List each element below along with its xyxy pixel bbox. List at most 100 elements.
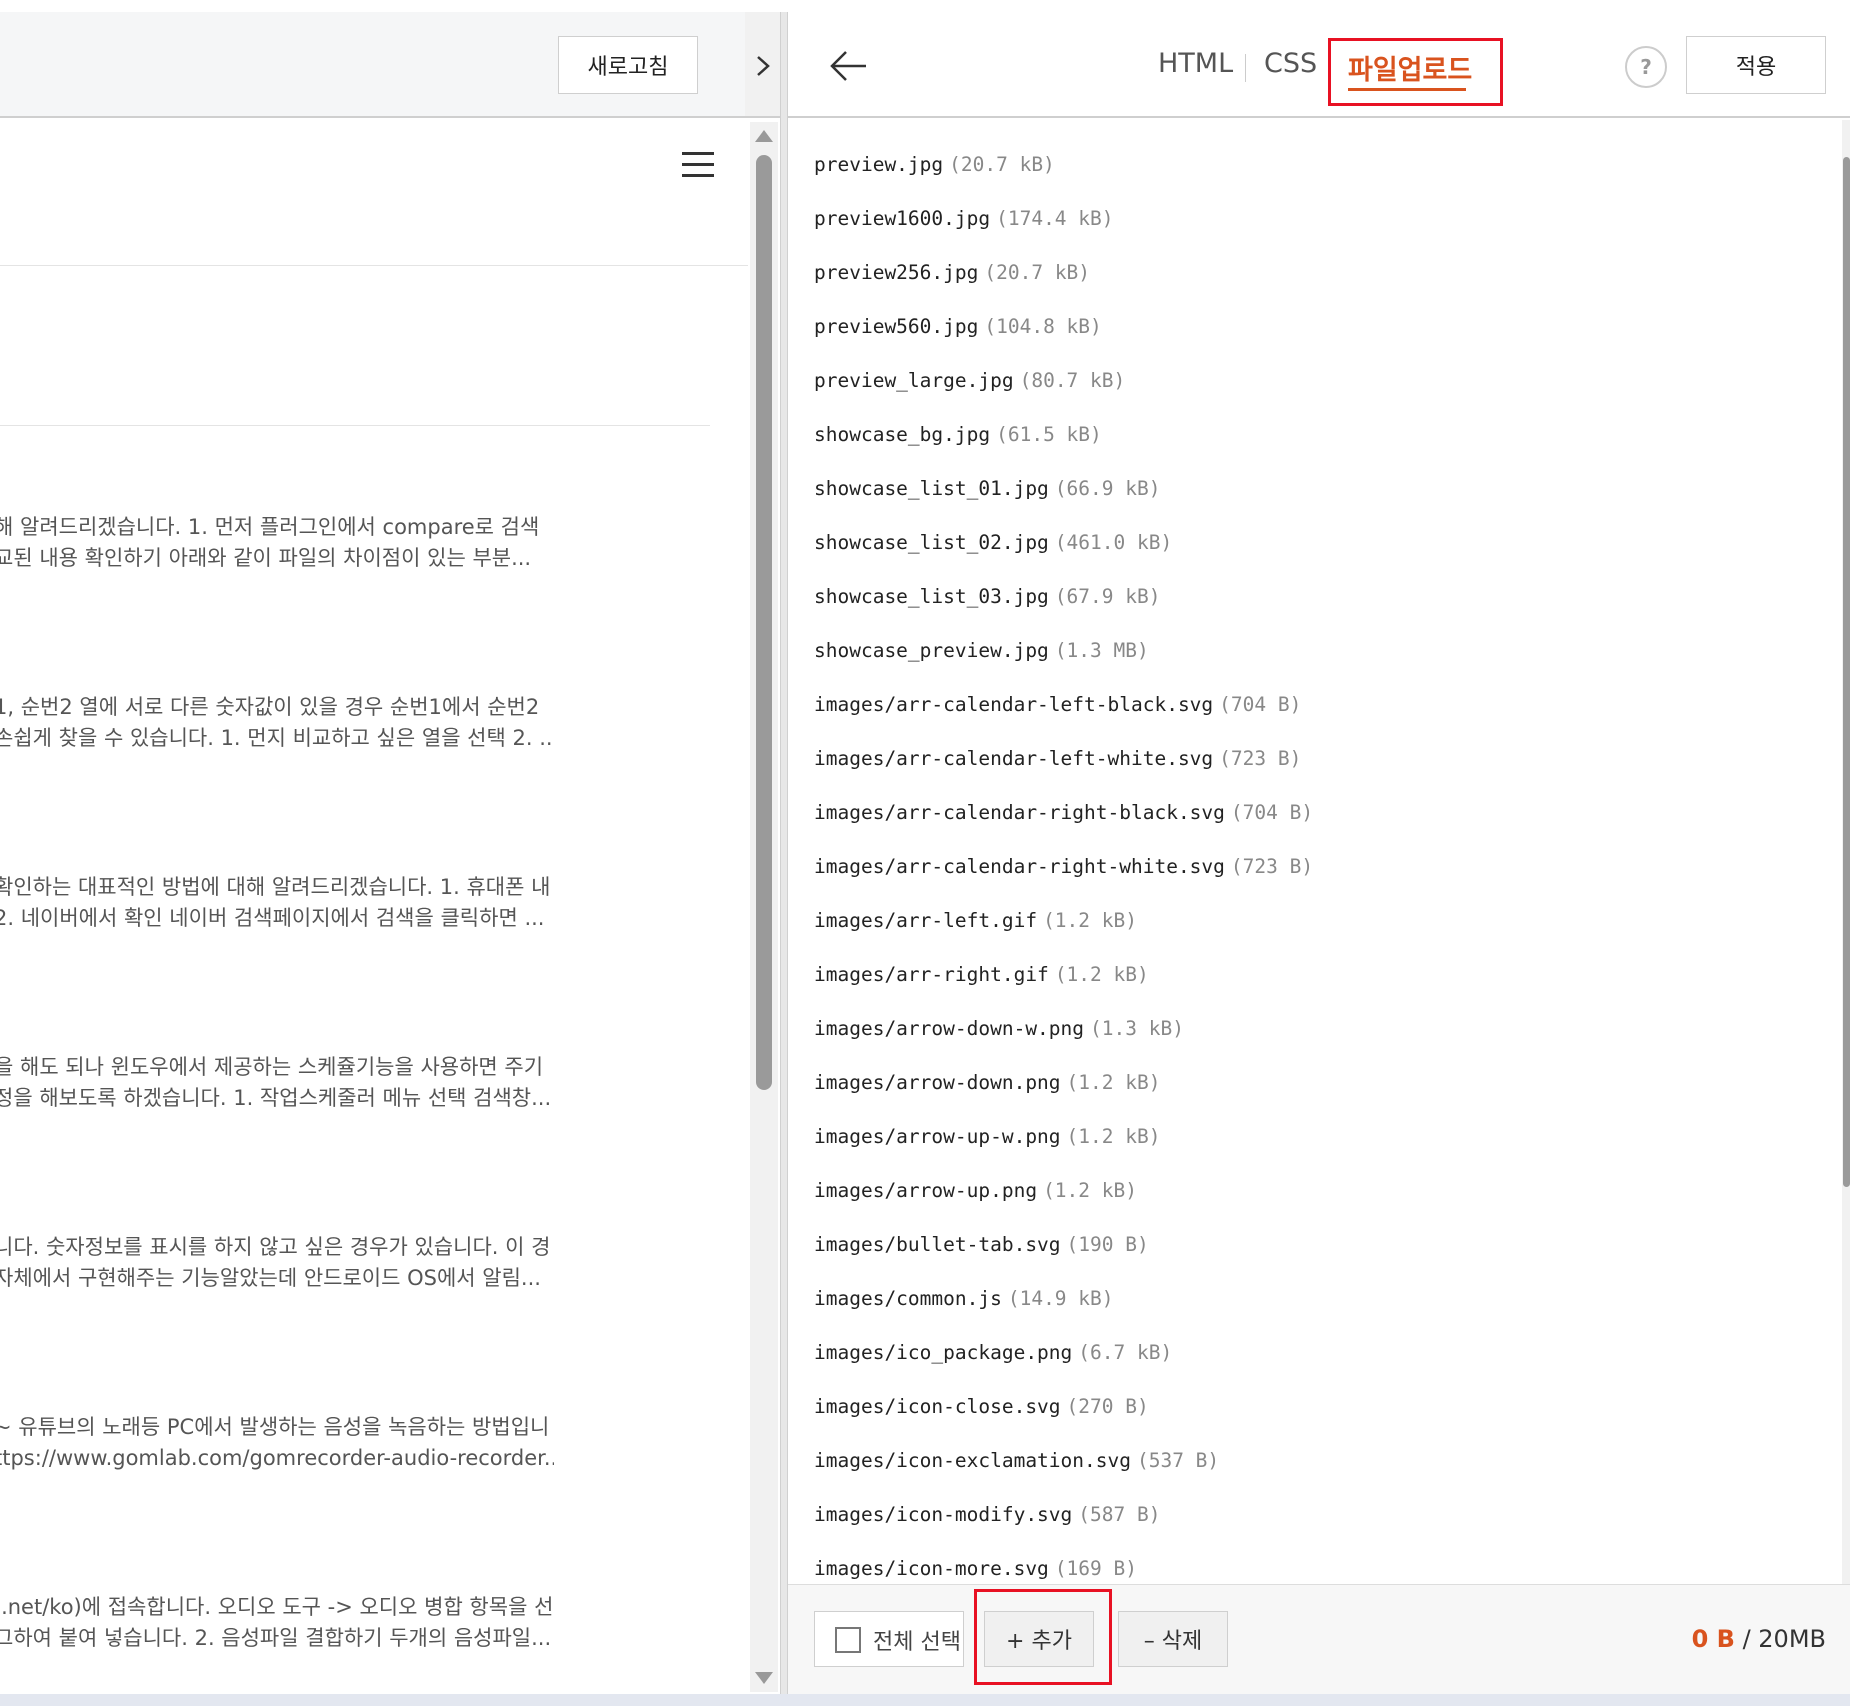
- post-excerpt[interactable]: 을 해도 되나 윈도우에서 제공하는 스케쥴기능을 사용하면 주기정을 해보도록…: [0, 1052, 554, 1114]
- post-excerpt-line: 을 해도 되나 윈도우에서 제공하는 스케쥴기능을 사용하면 주기: [0, 1055, 544, 1079]
- file-row[interactable]: images/arrow-up.png (1.2 kB): [814, 1164, 1814, 1218]
- file-row[interactable]: images/icon-close.svg (270 B): [814, 1380, 1814, 1434]
- file-row[interactable]: images/icon-exclamation.svg (537 B): [814, 1434, 1814, 1488]
- post-excerpt[interactable]: :.net/ko)에 접속합니다. 오디오 도구 -> 오디오 병합 항목을 선…: [0, 1592, 554, 1654]
- delete-file-button[interactable]: – 삭제: [1118, 1611, 1228, 1667]
- preview-toolbar: 새로고침: [0, 12, 745, 118]
- file-name: images/icon-modify.svg: [814, 1503, 1073, 1526]
- file-size: (104.8 kB): [984, 315, 1102, 338]
- post-excerpt[interactable]: ~ 유튜브의 노래등 PC에서 발생하는 음성을 녹음하는 방법입니 ttps:/…: [0, 1412, 554, 1474]
- file-row[interactable]: showcase_preview.jpg (1.3 MB): [814, 624, 1814, 678]
- file-size: (704 B): [1230, 801, 1314, 824]
- file-size: (66.9 kB): [1054, 477, 1161, 500]
- file-row[interactable]: preview560.jpg (104.8 kB): [814, 300, 1814, 354]
- file-size: (67.9 kB): [1054, 585, 1161, 608]
- file-name: images/arr-calendar-left-black.svg: [814, 693, 1214, 716]
- post-excerpt-line: 확인하는 대표적인 방법에 대해 알려드리겠습니다. 1. 휴대폰 내: [0, 875, 551, 899]
- file-row[interactable]: showcase_list_01.jpg (66.9 kB): [814, 462, 1814, 516]
- file-row[interactable]: preview256.jpg (20.7 kB): [814, 246, 1814, 300]
- post-excerpt[interactable]: 1, 순번2 열에 서로 다른 숫자값이 있을 경우 순번1에서 순번2 손쉽게 …: [0, 692, 554, 754]
- post-excerpt-line: 정을 해보도록 하겠습니다. 1. 작업스케줄러 메뉴 선택 검색창...: [0, 1086, 552, 1110]
- help-icon[interactable]: ?: [1625, 46, 1667, 88]
- file-name: images/arrow-up-w.png: [814, 1125, 1061, 1148]
- file-row[interactable]: images/arr-right.gif (1.2 kB): [814, 948, 1814, 1002]
- file-size: (1.3 kB): [1090, 1017, 1184, 1040]
- file-size: (1.3 MB): [1054, 639, 1149, 662]
- storage-usage: 0 B / 20MB: [1692, 1625, 1826, 1653]
- file-size: (723 B): [1219, 747, 1302, 770]
- file-name: images/arr-calendar-right-white.svg: [814, 855, 1225, 878]
- post-excerpt-line: 2. 네이버에서 확인 네이버 검색페이지에서 검색을 클릭하면 ...: [0, 906, 545, 930]
- post-excerpt-line: ttps://www.gomlab.com/gomrecorder-audio-…: [0, 1446, 554, 1470]
- file-name: images/arr-calendar-right-black.svg: [814, 801, 1225, 824]
- file-row[interactable]: showcase_bg.jpg (61.5 kB): [814, 408, 1814, 462]
- highlight-box: [974, 1589, 1112, 1685]
- upload-footer: 전체 선택 + 추가 – 삭제 0 B / 20MB: [788, 1584, 1850, 1694]
- post-excerpt-line: :.net/ko)에 접속합니다. 오디오 도구 -> 오디오 병합 항목을 선: [0, 1595, 554, 1619]
- file-row[interactable]: images/bullet-tab.svg (190 B): [814, 1218, 1814, 1272]
- file-size: (704 B): [1219, 693, 1302, 716]
- post-excerpt-line: 해 알려드리겠습니다. 1. 먼저 플러그인에서 compare로 검색: [0, 515, 540, 539]
- file-row[interactable]: preview.jpg (20.7 kB): [814, 138, 1814, 192]
- post-excerpt-line: ~ 유튜브의 노래등 PC에서 발생하는 음성을 녹음하는 방법입니: [0, 1415, 550, 1439]
- file-row[interactable]: images/icon-modify.svg (587 B): [814, 1488, 1814, 1542]
- post-excerpt-line: 손쉽게 찾을 수 있습니다. 1. 먼지 비교하고 싶은 열을 선택 2. ..…: [0, 726, 554, 750]
- post-excerpt[interactable]: 니다. 숫자정보를 표시를 하지 않고 싶은 경우가 있습니다. 이 경 자체에서…: [0, 1232, 554, 1294]
- file-size: (1.2 kB): [1066, 1125, 1161, 1148]
- file-row[interactable]: images/arr-calendar-right-white.svg (723 …: [814, 840, 1814, 894]
- file-row[interactable]: images/ico_package.png (6.7 kB): [814, 1326, 1814, 1380]
- apply-button[interactable]: 적용: [1686, 36, 1826, 94]
- file-name: images/arrow-down-w.png: [814, 1017, 1085, 1040]
- tab-separator: [1245, 54, 1246, 82]
- file-name: showcase_list_01.jpg: [814, 477, 1049, 500]
- file-size: (1.2 kB): [1054, 963, 1149, 986]
- post-excerpt-line: 1, 순번2 열에 서로 다른 숫자값이 있을 경우 순번1에서 순번2: [0, 695, 540, 719]
- file-name: images/common.js: [814, 1287, 1002, 1310]
- menu-icon[interactable]: [682, 152, 714, 178]
- file-name: preview1600.jpg: [814, 207, 991, 230]
- file-row[interactable]: showcase_list_03.jpg (67.9 kB): [814, 570, 1814, 624]
- file-row[interactable]: showcase_list_02.jpg (461.0 kB): [814, 516, 1814, 570]
- file-list-scrollbar-thumb[interactable]: [1843, 157, 1850, 1187]
- file-size: (270 B): [1066, 1395, 1149, 1418]
- file-row[interactable]: images/arr-calendar-left-black.svg (704 B…: [814, 678, 1814, 732]
- tab-css[interactable]: CSS: [1264, 48, 1317, 79]
- post-excerpt[interactable]: 해 알려드리겠습니다. 1. 먼저 플러그인에서 compare로 검색 교된 내…: [0, 512, 554, 574]
- storage-separator: /: [1734, 1625, 1759, 1653]
- file-row[interactable]: images/arr-calendar-right-black.svg (704 …: [814, 786, 1814, 840]
- scroll-down-icon[interactable]: [755, 1672, 773, 1684]
- file-row[interactable]: images/arrow-down-w.png (1.3 kB): [814, 1002, 1814, 1056]
- file-size: (174.4 kB): [996, 207, 1114, 230]
- file-name: images/icon-close.svg: [814, 1395, 1061, 1418]
- file-name: images/icon-exclamation.svg: [814, 1449, 1131, 1472]
- highlight-box: [1328, 38, 1503, 106]
- post-excerpt-line: 자체에서 구현해주는 기능알았는데 안드로이드 OS에서 알림...: [0, 1266, 541, 1290]
- file-size: (461.0 kB): [1054, 531, 1173, 554]
- post-excerpt[interactable]: 확인하는 대표적인 방법에 대해 알려드리겠습니다. 1. 휴대폰 내 2. 네이…: [0, 872, 554, 934]
- select-all-toggle[interactable]: 전체 선택: [814, 1611, 964, 1667]
- file-size: (1.2 kB): [1043, 1179, 1137, 1202]
- checkbox-icon[interactable]: [835, 1627, 861, 1653]
- file-row[interactable]: preview1600.jpg (174.4 kB): [814, 192, 1814, 246]
- file-size: (20.7 kB): [949, 153, 1055, 176]
- file-name: images/ico_package.png: [814, 1341, 1073, 1364]
- editor-header: HTML CSS 파일업로드 ? 적용: [788, 12, 1850, 118]
- preview-scrollbar-thumb[interactable]: [756, 155, 772, 1090]
- file-row[interactable]: images/arr-calendar-left-white.svg (723 B…: [814, 732, 1814, 786]
- file-size: (6.7 kB): [1078, 1341, 1173, 1364]
- tab-html[interactable]: HTML: [1158, 48, 1233, 79]
- file-row[interactable]: images/common.js (14.9 kB): [814, 1272, 1814, 1326]
- back-arrow-icon[interactable]: [828, 46, 868, 86]
- file-row[interactable]: preview_large.jpg (80.7 kB): [814, 354, 1814, 408]
- file-size: (80.7 kB): [1019, 369, 1126, 392]
- pane-resizer[interactable]: [780, 12, 788, 1706]
- file-row[interactable]: images/arr-left.gif (1.2 kB): [814, 894, 1814, 948]
- file-row[interactable]: images/arrow-down.png (1.2 kB): [814, 1056, 1814, 1110]
- scroll-up-icon[interactable]: [755, 130, 773, 142]
- chevron-right-icon: [757, 56, 770, 76]
- divider: [0, 425, 710, 426]
- file-name: images/icon-more.svg: [814, 1557, 1049, 1580]
- file-row[interactable]: images/arrow-up-w.png (1.2 kB): [814, 1110, 1814, 1164]
- refresh-button[interactable]: 새로고침: [558, 36, 698, 94]
- collapse-panel-button[interactable]: [745, 12, 780, 118]
